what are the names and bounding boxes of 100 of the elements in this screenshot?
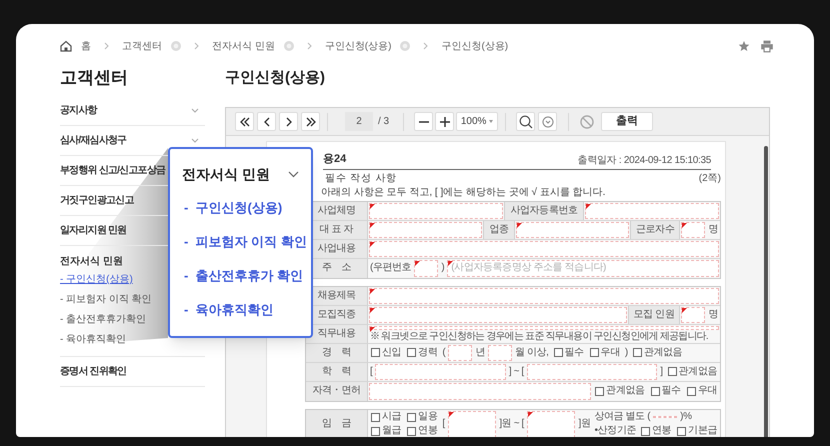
first-page-button[interactable] (235, 112, 254, 131)
star-icon[interactable] (738, 40, 750, 52)
checkbox[interactable] (650, 386, 660, 396)
form-text: 명 (707, 224, 719, 236)
sidebar-subitem[interactable]: - 출산전후휴가확인 (60, 310, 146, 330)
page-field[interactable]: 2 (345, 112, 373, 131)
input-field[interactable] (681, 222, 706, 238)
checkbox[interactable] (371, 426, 380, 436)
home-icon[interactable] (60, 40, 72, 52)
sidebar-item[interactable]: 증명서 진위확인 (60, 364, 126, 379)
sidebar-subitem[interactable]: - 구인신청(상용) (60, 270, 133, 290)
breadcrumb-link[interactable]: 전자서식 민원 (212, 38, 275, 54)
caret-icon (489, 120, 494, 123)
popup-link[interactable]: - 출산전후휴가 확인 (184, 266, 304, 286)
checkbox[interactable] (371, 348, 380, 357)
checkbox-label: 우대 (698, 385, 717, 397)
input-field[interactable] (526, 410, 576, 437)
sidebar-item[interactable]: 일자리지원 민원 (60, 223, 126, 238)
sidebar-subitem[interactable]: - 피보험자 이직 확인 (60, 290, 152, 310)
popup-link[interactable]: - 육아휴직확인 (184, 300, 274, 320)
checkbox-label: 필수 (564, 346, 584, 358)
zoom-out-button[interactable] (414, 112, 434, 131)
breadcrumb-link[interactable]: 구인신청(상용) (324, 38, 392, 54)
form-text: ]원 (577, 418, 592, 430)
checkbox-label: 월급 (382, 425, 402, 437)
input-field[interactable] (369, 202, 504, 218)
input-field[interactable] (681, 306, 706, 322)
sidebar-item[interactable]: 부정행위 신고/신고포상금 (60, 163, 166, 178)
printed-date: 출력일자 : 2024-09-12 15:10:35 (578, 154, 711, 168)
input-field[interactable] (488, 344, 512, 360)
sidebar-item[interactable]: 거짓구인광고신고 (60, 193, 134, 208)
breadcrumb-link[interactable]: 홈 (81, 38, 91, 54)
checkbox-label: 신입 (382, 346, 402, 358)
last-page-button[interactable] (301, 112, 320, 131)
form-text: 년 (474, 346, 486, 358)
checkbox-label: 관계없음 (678, 366, 717, 378)
checkbox[interactable] (677, 426, 686, 436)
page-total: / 3 (378, 115, 390, 129)
breadcrumb-link[interactable]: 고객센터 (122, 38, 162, 54)
zoom-select[interactable]: 100% (456, 112, 498, 131)
checkbox[interactable] (632, 348, 642, 357)
checkbox[interactable] (371, 412, 380, 422)
print-button[interactable]: 출력 (601, 112, 654, 131)
form-label: 업종 (483, 220, 515, 238)
breadcrumb-link[interactable]: 구인신청(상용) (441, 38, 508, 54)
form-text: 상여금 별도 ( (593, 411, 652, 423)
double-chevron-right-icon (306, 116, 316, 126)
form-label: 근로자수 (630, 220, 680, 238)
input-field[interactable] (369, 382, 592, 400)
input-field[interactable] (369, 306, 627, 322)
document-title: 용24 (323, 152, 346, 167)
sidebar-item[interactable]: 전자서식 민원 (60, 254, 123, 270)
input-field[interactable] (414, 260, 438, 276)
form-label: 사업자등록번호 (504, 202, 584, 220)
checkbox-label: 일용 (418, 411, 438, 423)
form-text: 명 (707, 308, 719, 320)
checkbox[interactable] (590, 348, 599, 357)
double-chevron-left-icon (240, 116, 250, 126)
checkbox[interactable] (668, 367, 677, 376)
previous-page-button[interactable] (257, 112, 276, 131)
checkbox-label: 연봉 (418, 425, 438, 437)
form-text: [ (369, 366, 374, 378)
input-field[interactable] (448, 344, 472, 360)
input-field[interactable] (369, 326, 719, 330)
checkbox[interactable] (407, 426, 416, 436)
search-button[interactable] (516, 112, 536, 131)
input-field[interactable] (369, 222, 482, 238)
chevron-right-icon (286, 116, 292, 126)
input-field[interactable] (526, 364, 658, 380)
input-field[interactable] (584, 202, 720, 218)
form-label: 자격・면허 (306, 382, 368, 400)
popup-link[interactable]: - 구인신청(상용) (184, 198, 282, 218)
form-label: 임 금 (306, 410, 368, 437)
checkbox-label: 연봉 (652, 425, 672, 437)
chevron-down-icon[interactable] (288, 170, 299, 178)
plus-icon (440, 116, 450, 126)
sidebar-item[interactable]: 심사/재심사청구 (60, 133, 126, 148)
chevron-left-icon (264, 116, 270, 126)
next-page-button[interactable] (279, 112, 298, 131)
printer-icon[interactable] (760, 40, 774, 52)
checkbox[interactable] (407, 348, 416, 357)
checkbox[interactable] (554, 348, 563, 357)
checkbox[interactable] (640, 426, 650, 436)
sidebar-item[interactable]: 공지사항 (60, 103, 97, 118)
checkbox-label: 우대 (600, 346, 620, 358)
input-field[interactable] (369, 240, 719, 256)
input-field[interactable] (448, 410, 496, 437)
checkbox[interactable] (595, 386, 604, 396)
sidebar-subitem[interactable]: - 육아휴직확인 (60, 330, 126, 350)
checkbox[interactable] (686, 386, 696, 396)
popup-link[interactable]: - 피보험자 이직 확인 (184, 232, 307, 252)
input-field[interactable] (516, 222, 629, 238)
form-text: ) (440, 262, 446, 274)
form-text: ) (624, 346, 629, 358)
zoom-in-button[interactable] (435, 112, 454, 131)
input-field[interactable] (375, 364, 506, 380)
input-field[interactable] (369, 288, 719, 304)
search-icon (518, 114, 533, 128)
checkbox[interactable] (407, 412, 416, 422)
scrollbar[interactable] (764, 146, 768, 437)
